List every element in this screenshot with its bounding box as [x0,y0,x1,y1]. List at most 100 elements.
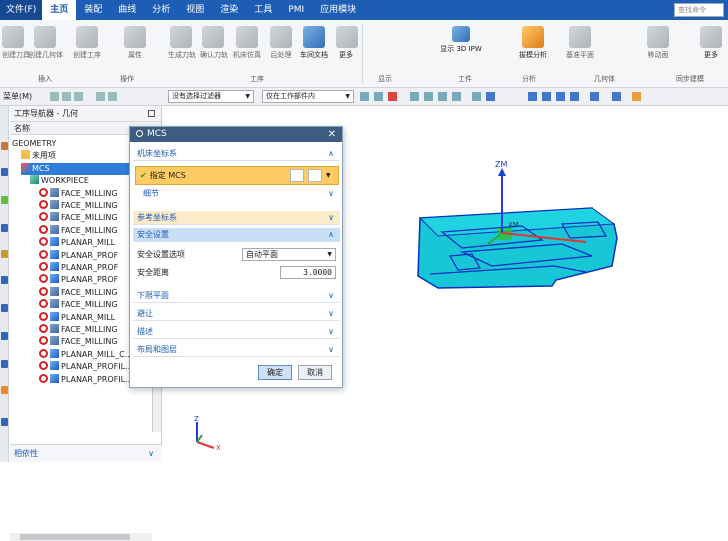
tree-row-label: WORKPIECE [41,176,89,186]
tree-row-label: FACE_MILLING [61,300,118,310]
show-3d-ipw-button[interactable]: 显示 3D IPW [436,26,486,54]
close-icon[interactable]: ✕ [328,127,336,142]
operation-icon [76,26,98,48]
csys-dialog-icon[interactable] [290,169,304,182]
resource-bar [0,106,9,462]
menu-file[interactable]: 文件(F) [0,0,43,20]
snap-icon-5[interactable] [108,92,117,101]
group-insert: 插入 [38,75,52,83]
dock-icon[interactable] [1,332,8,340]
menu-button[interactable]: 菜单(M) [3,91,32,102]
error-status-icon [39,299,48,309]
dock-icon[interactable] [1,250,8,258]
mcs-zm-label: ZM [495,160,507,169]
move-face-button[interactable]: 移动面 [646,26,670,60]
ok-button[interactable]: 确定 [258,365,292,380]
render-icon[interactable] [528,92,537,101]
menu-home[interactable]: 主页 [42,0,77,20]
dock-icon[interactable] [1,168,8,176]
render-icon-7[interactable] [632,92,641,101]
render-icon-6[interactable] [612,92,621,101]
tree-row-label: FACE_MILLING [61,287,118,297]
create-operation-button[interactable]: 创建工序 [70,26,104,60]
section-description[interactable]: 描述 ∨ [133,325,340,339]
generate-path-button[interactable]: 生成刀轨 [168,26,196,60]
command-search-input[interactable]: 查找命令 [674,3,724,17]
render-icon-3[interactable] [556,92,565,101]
menu-view[interactable]: 视图 [178,0,212,20]
dock-icon[interactable] [1,142,8,150]
render-icon-5[interactable] [590,92,599,101]
section-layout-layers[interactable]: 布局和图层 ∨ [133,343,340,357]
dependency-panel[interactable]: 相依性 ∨ [10,444,162,462]
more-button[interactable]: 更多 [336,26,358,60]
operation-icon [50,361,59,371]
snap-icon-2[interactable] [62,92,71,101]
navigator-horizontal-scrollbar[interactable] [10,533,152,541]
dock-icon[interactable] [1,196,8,204]
postprocess-button[interactable]: 后处理 [268,26,294,60]
operation-icon [50,324,59,333]
view-icon[interactable] [472,92,481,101]
section-reference-csys[interactable]: 参考坐标系 ∨ [133,211,340,225]
cancel-button[interactable]: 取消 [298,365,332,380]
snap-point-icon-3[interactable] [438,92,447,101]
menu-applications[interactable]: 应用模块 [312,0,364,20]
machine-sim-button[interactable]: 机床仿真 [232,26,262,60]
error-status-icon [39,336,48,346]
render-icon-4[interactable] [570,92,579,101]
dock-icon[interactable] [1,360,8,368]
section-avoidance[interactable]: 避让 ∨ [133,307,340,321]
view-icon-2[interactable] [486,92,495,101]
create-tool-button[interactable]: 创建刀具 [2,26,30,60]
shop-doc-button[interactable]: 车间文档 [298,26,330,60]
csys-picker-icon[interactable] [308,169,322,182]
datum-plane-button[interactable]: 基准平面 [560,26,600,60]
details-expander[interactable]: 细节 ∨ [133,187,340,201]
pin-icon[interactable] [148,110,155,117]
safe-option-dropdown[interactable]: 自动平面 ▼ [242,248,336,261]
chevron-down-icon[interactable]: ▼ [326,167,331,184]
scrollbar-thumb[interactable] [20,534,130,540]
dialog-titlebar[interactable]: MCS ✕ [130,127,342,142]
snap-icon-4[interactable] [96,92,105,101]
postprocess-icon [270,26,292,48]
draft-analysis-button[interactable]: 拔模分析 [518,26,548,60]
menu-curve[interactable]: 曲线 [110,0,144,20]
snap-point-icon-4[interactable] [452,92,461,101]
section-safe-settings[interactable]: 安全设置 ∧ [133,228,340,242]
create-geometry-button[interactable]: 创建几何体 [28,26,63,60]
menu-pmi[interactable]: PMI [280,0,312,20]
more-button-2[interactable]: 更多 [700,26,722,60]
section-lower-plane[interactable]: 下限平面 ∨ [133,289,340,303]
selection-filter-dropdown[interactable]: 没有选择过滤器 ▼ [168,90,254,103]
dock-icon[interactable] [1,224,8,232]
snap-point-icon[interactable] [410,92,419,101]
properties-button[interactable]: 属性 [124,26,146,60]
section-machine-csys[interactable]: 机床坐标系 ∧ [133,147,340,161]
dock-icon[interactable] [1,386,8,394]
menu-render[interactable]: 渲染 [212,0,246,20]
selection-mode-icon[interactable] [388,92,397,101]
snap-icon[interactable] [50,92,59,101]
filter-icon[interactable] [360,92,369,101]
group-sync-modeling: 同步建模 [676,75,704,83]
error-status-icon [39,373,48,383]
filter-icon-2[interactable] [374,92,383,101]
specify-mcs-row[interactable]: ✔ 指定 MCS ▼ [135,166,339,185]
render-icon-2[interactable] [542,92,551,101]
dock-icon[interactable] [1,276,8,284]
selection-bar: 菜单(M) 没有选择过滤器 ▼ 仅在工作部件内 ▼ [0,88,728,106]
snap-point-icon-2[interactable] [424,92,433,101]
move-face-icon [647,26,669,48]
verify-path-button[interactable]: 确认刀轨 [200,26,228,60]
more-icon [336,26,358,48]
safe-distance-input[interactable]: 3.0000 [280,266,336,279]
menu-assembly[interactable]: 装配 [76,0,110,20]
selection-scope-dropdown[interactable]: 仅在工作部件内 ▼ [262,90,354,103]
menu-analysis[interactable]: 分析 [144,0,178,20]
dock-icon[interactable] [1,418,8,426]
dock-icon[interactable] [1,304,8,312]
snap-icon-3[interactable] [74,92,83,101]
menu-tools[interactable]: 工具 [246,0,280,20]
